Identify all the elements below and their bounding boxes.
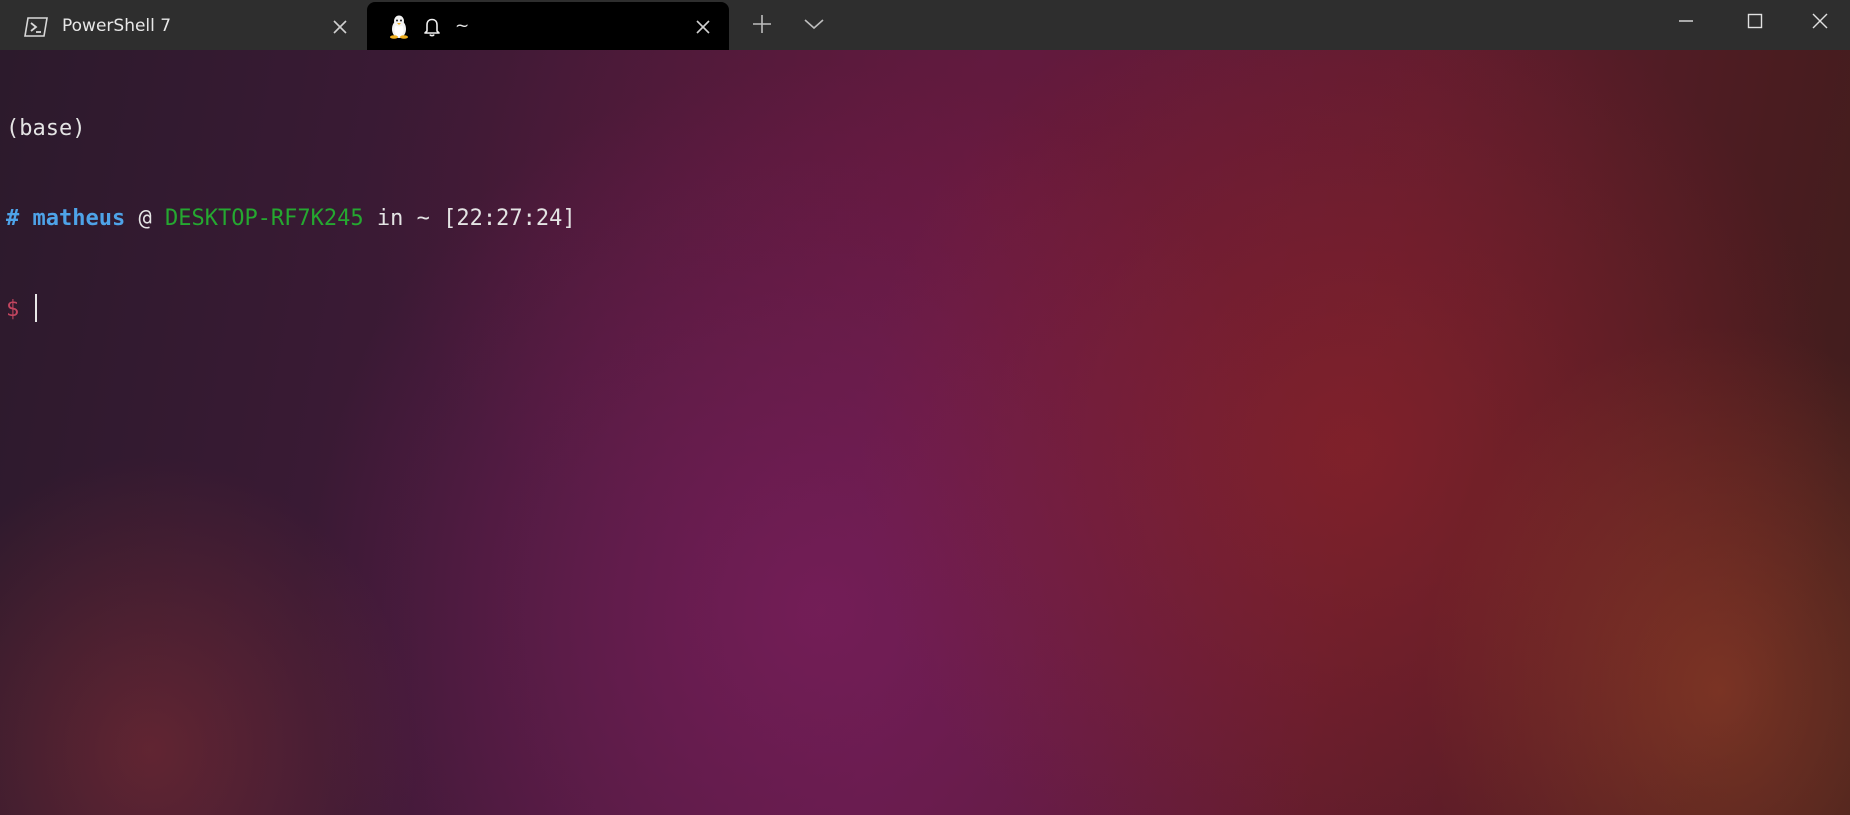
linux-penguin-icon <box>387 15 411 39</box>
tab-linux[interactable]: ~ <box>367 2 729 50</box>
input-prompt-dollar: $ <box>6 297 20 322</box>
text-cursor <box>34 294 37 322</box>
plus-icon <box>751 13 773 40</box>
close-tab-icon[interactable] <box>330 17 350 37</box>
tab-bar: PowerShell 7 ~ <box>0 0 1850 50</box>
close-window-button[interactable] <box>1790 0 1850 46</box>
prompt-line: # matheus @ DESKTOP-RF7K245 in ~ [22:27:… <box>6 204 576 234</box>
tab-label: ~ <box>455 16 470 36</box>
maximize-button[interactable] <box>1721 0 1789 46</box>
prompt-in: in <box>376 206 404 231</box>
tab-label: PowerShell 7 <box>62 16 172 36</box>
prompt-hash: # <box>6 206 20 231</box>
prompt-user: matheus <box>32 206 126 231</box>
profiles-dropdown-button[interactable] <box>796 10 832 42</box>
prompt-at: @ <box>138 206 152 231</box>
close-tab-icon[interactable] <box>693 17 713 37</box>
tab-powershell[interactable]: PowerShell 7 <box>4 2 366 50</box>
minimize-button[interactable] <box>1652 0 1720 46</box>
chevron-down-icon <box>803 17 825 36</box>
prompt-host: DESKTOP-RF7K245 <box>164 206 364 231</box>
new-tab-button[interactable] <box>744 10 780 42</box>
terminal-output: (base) # matheus @ DESKTOP-RF7K245 in ~ … <box>6 54 576 384</box>
prompt-time: [22:27:24] <box>443 206 576 231</box>
terminal-pane[interactable]: (base) # matheus @ DESKTOP-RF7K245 in ~ … <box>0 50 1850 815</box>
bell-icon <box>423 17 441 37</box>
close-icon <box>1811 12 1829 35</box>
conda-env: (base) <box>6 116 86 141</box>
powershell-icon <box>24 16 48 38</box>
maximize-icon <box>1746 12 1764 35</box>
minimize-icon <box>1677 12 1695 35</box>
input-line[interactable]: $ <box>6 294 576 324</box>
prompt-dir: ~ <box>416 206 430 231</box>
terminal-window: PowerShell 7 ~ (base) # matheus @ DESKTO… <box>0 0 1850 815</box>
conda-env-line: (base) <box>6 114 576 144</box>
